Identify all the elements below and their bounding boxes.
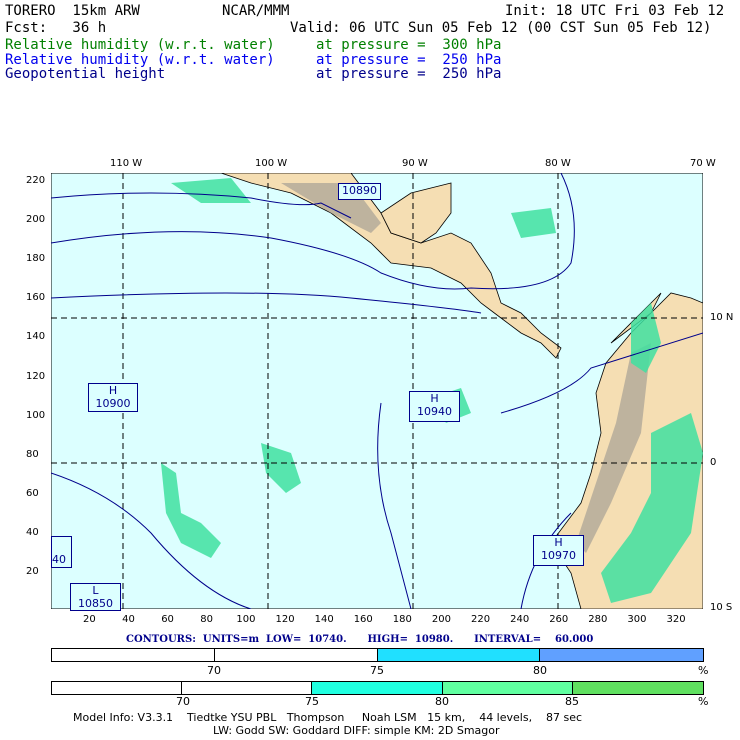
lat-label: 10 N [710,312,734,323]
x-tick-label: 100 [236,614,256,625]
y-tick-label: 120 [26,370,46,382]
field-1-level: at pressure = 300 hPa [316,37,502,53]
lon-label: 70 W [690,158,716,169]
colorbar-segment [312,682,443,694]
lat-label: 10 S [710,602,733,613]
y-tick-label: 40 [26,526,39,538]
init-time: Init: 18 UTC Fri 03 Feb 12 [505,3,725,19]
y-tick-label: 200 [26,214,46,226]
x-tick-label: 220 [471,614,491,625]
x-tick-label: 280 [588,614,608,625]
x-tick-label: 20 [83,614,96,625]
colorbar-label: 80 [533,664,547,677]
lon-label: 90 W [402,158,428,169]
x-tick-label: 180 [392,614,412,625]
colorbar-label: 80 [435,695,449,708]
colorbar-label: 70 [176,695,190,708]
y-tick-label: 180 [26,253,46,265]
y-tick-label: 20 [26,566,39,577]
colorbar-rh-300 [51,681,704,695]
x-tick-label: 260 [549,614,569,625]
y-tick-label: 60 [26,487,39,499]
colorbar-label: % [698,695,709,708]
y-tick-label: 220 [26,175,46,186]
colorbar-segment [572,682,703,694]
forecast-hour: Fcst: 36 h [5,20,107,36]
low-label: L 10850 [70,583,121,611]
contour-label: 40 [51,536,72,568]
colorbar-segment [442,682,573,694]
org-name: NCAR/MMM [222,3,290,19]
x-tick-label: 40 [122,614,135,625]
valid-time: Valid: 06 UTC Sun 05 Feb 12 (00 CST Sun … [290,20,712,36]
y-tick-label: 80 [26,448,39,460]
high-label: H 10900 [88,383,138,412]
field-3-level: at pressure = 250 hPa [316,66,502,82]
x-tick-label: 160 [353,614,373,625]
x-tick-label: 300 [627,614,647,625]
y-tick-label: 100 [26,409,46,421]
x-tick-label: 80 [200,614,214,625]
weather-map [51,173,703,609]
colorbar-label: 85 [565,695,579,708]
model-info-line-2: LW: Godd SW: Goddard DIFF: simple KM: 2D… [213,724,500,737]
lon-label: 110 W [110,158,143,169]
x-tick-label: 120 [275,614,295,625]
colorbar-segment [377,649,541,661]
y-tick-label: 140 [26,331,46,343]
contour-info: CONTOURS: UNITS=m LOW= 10740. HIGH= 1098… [126,634,594,645]
lon-label: 80 W [545,158,571,169]
colorbar-segment [52,649,215,661]
colorbar-segment [52,682,183,694]
high-label: H 10940 [409,391,460,422]
field-1-name: Relative humidity (w.r.t. water) [5,37,275,53]
contour-label: 10890 [338,183,381,200]
colorbar-label: 75 [305,695,319,708]
colorbar-segment [214,649,378,661]
x-tick-label: 140 [314,614,334,625]
lon-label: 100 W [255,158,288,169]
x-tick-label: 240 [510,614,530,625]
colorbar-label: % [698,664,709,677]
lat-label: 0 [710,457,717,468]
colorbar-rh-250 [51,648,704,662]
colorbar-label: 75 [370,664,384,677]
model-name: TORERO 15km ARW [5,3,140,19]
x-tick-label: 320 [666,614,686,625]
x-tick-label: 60 [161,614,174,625]
x-tick-label: 200 [431,614,451,625]
high-label: H 10970 [533,535,584,566]
colorbar-label: 70 [207,664,221,677]
model-info-line-1: Model Info: V3.3.1 Tiedtke YSU PBL Thomp… [73,711,583,724]
colorbar-segment [540,649,703,661]
colorbar-segment [182,682,313,694]
y-tick-label: 160 [26,292,46,304]
field-3-name: Geopotential height [5,66,166,82]
